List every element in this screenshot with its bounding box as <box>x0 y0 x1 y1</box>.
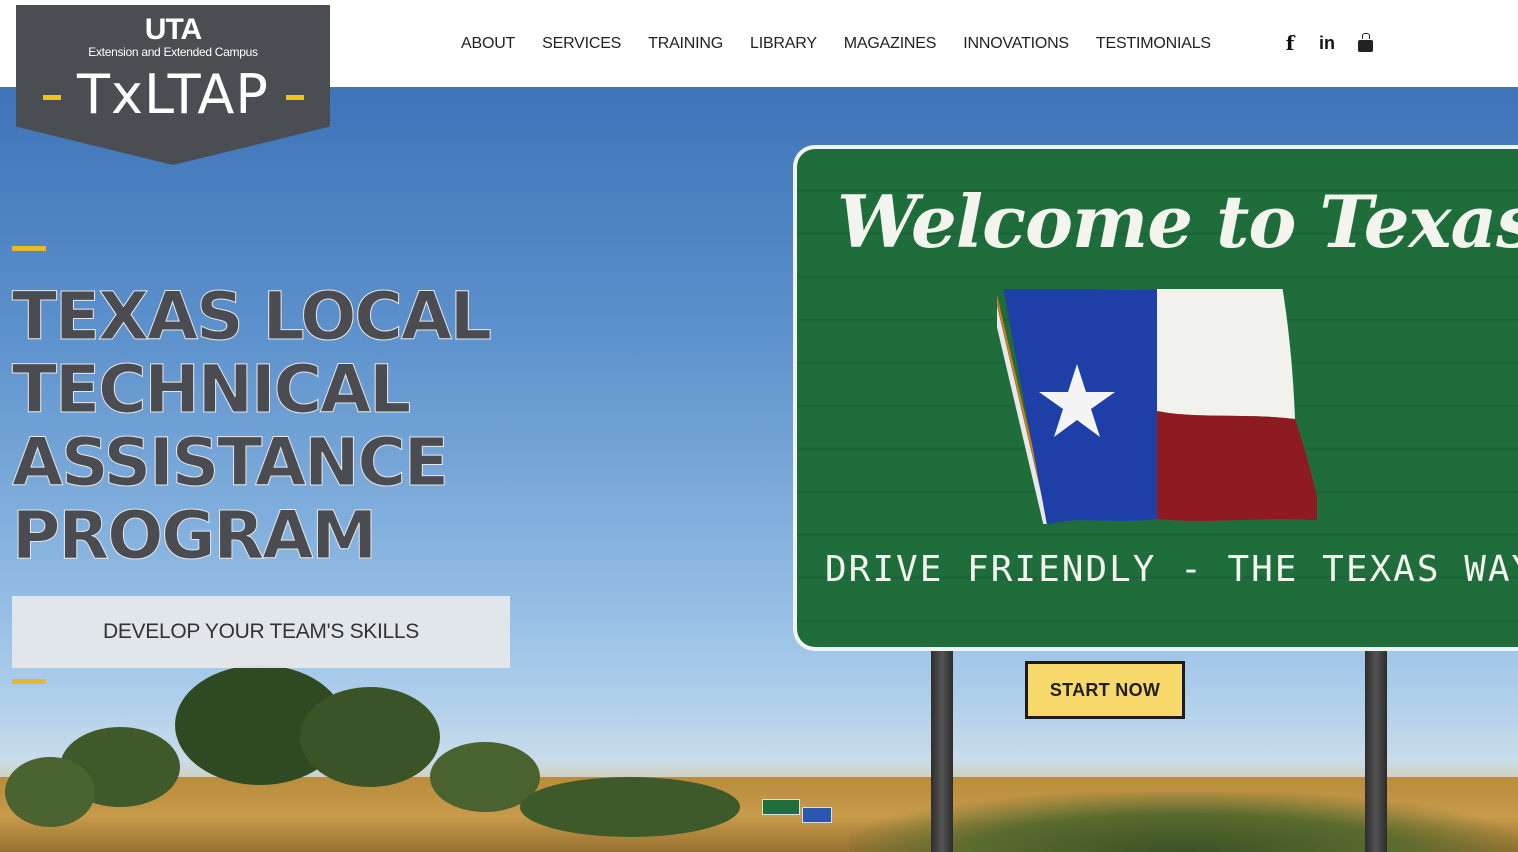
logo-brand: UTA <box>144 13 202 46</box>
tagline-box: DEVELOP YOUR TEAM'S SKILLS <box>12 596 510 668</box>
hero-headline: TEXAS LOCAL TECHNICAL ASSISTANCE PROGRAM <box>12 278 532 574</box>
social-links: f in <box>1283 31 1373 55</box>
sign-post-right <box>1365 640 1387 852</box>
sign-post-left <box>931 640 953 852</box>
logo-subtitle: Extension and Extended Campus <box>88 45 258 59</box>
nav-item-library[interactable]: LIBRARY <box>750 34 817 54</box>
main-nav: ABOUT SERVICES TRAINING LIBRARY MAGAZINE… <box>461 34 1238 54</box>
nav-item-testimonials[interactable]: TESTIMONIALS <box>1096 34 1211 54</box>
logo-dash-right <box>286 95 304 100</box>
sign-subtitle: DRIVE FRIENDLY - THE TEXAS WAY <box>825 549 1518 590</box>
nav-item-services[interactable]: SERVICES <box>542 34 621 54</box>
nav-item-magazines[interactable]: MAGAZINES <box>844 34 937 54</box>
welcome-sign-image: Welcome to Texas DRIVE FRIENDLY - THE TE… <box>793 145 1518 651</box>
accent-bar-top <box>12 246 46 251</box>
logo-title: TxLTAP <box>77 63 269 126</box>
road-sign-green <box>762 799 800 815</box>
linkedin-icon[interactable]: in <box>1319 33 1335 54</box>
start-now-label: START NOW <box>1049 679 1161 700</box>
headline-line: ASSISTANCE <box>12 424 450 501</box>
road-sign-blue <box>802 807 832 823</box>
accent-bar-bottom <box>12 679 46 684</box>
tree-shape <box>300 687 440 787</box>
nav-item-about[interactable]: ABOUT <box>461 34 515 54</box>
start-now-button[interactable]: START NOW <box>1025 661 1185 719</box>
tree-shape <box>520 777 740 837</box>
sign-title: Welcome to Texas <box>837 179 1518 264</box>
headline-line: TECHNICAL <box>12 351 412 428</box>
tagline-text: DEVELOP YOUR TEAM'S SKILLS <box>102 620 419 643</box>
youtube-icon[interactable] <box>1357 33 1373 53</box>
texas-flag-icon <box>997 289 1317 524</box>
tree-shape <box>5 757 95 827</box>
nav-item-training[interactable]: TRAINING <box>648 34 723 54</box>
facebook-icon[interactable]: f <box>1283 31 1297 55</box>
site-logo[interactable]: UTA Extension and Extended Campus TxLTAP <box>16 5 330 165</box>
headline-line: TEXAS LOCAL <box>12 278 493 355</box>
headline-line: PROGRAM <box>12 497 378 574</box>
nav-item-innovations[interactable]: INNOVATIONS <box>963 34 1069 54</box>
